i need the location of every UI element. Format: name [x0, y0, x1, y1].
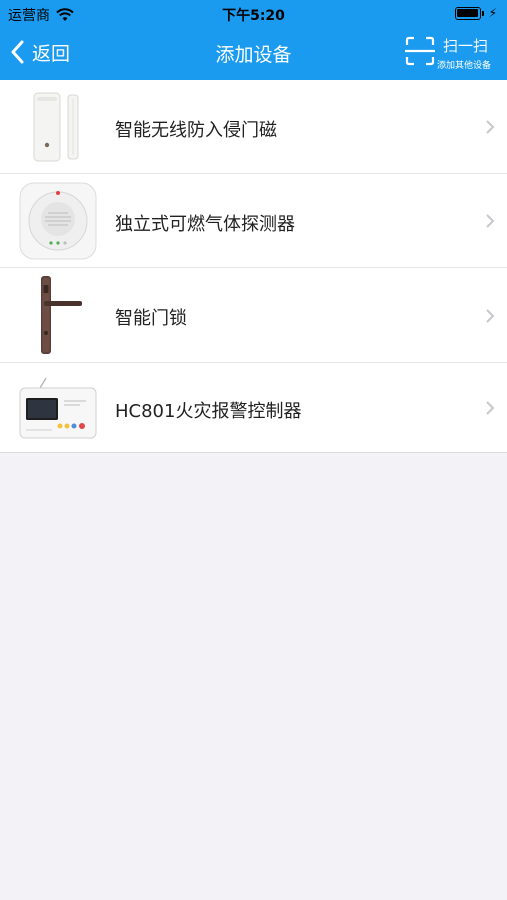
device-label: 智能门锁 [115, 308, 187, 329]
device-label: 独立式可燃气体探测器 [115, 214, 295, 235]
chevron-right-icon [486, 120, 495, 134]
door-lock-icon [41, 276, 82, 354]
device-row-door-sensor[interactable]: 智能无线防入侵门磁 [0, 80, 507, 174]
scan-sublabel: 添加其他设备 [437, 61, 492, 71]
scan-icon [405, 36, 435, 66]
battery-indicator: ⚡ [454, 6, 497, 20]
scan-label: 扫一扫 [443, 37, 489, 55]
charging-icon: ⚡ [488, 6, 497, 20]
door-sensor-icon [33, 92, 79, 162]
chevron-right-icon [486, 309, 495, 323]
device-row-fire-alarm[interactable]: HC801火灾报警控制器 [0, 363, 507, 453]
scan-button[interactable]: 扫一扫 添加其他设备 [405, 34, 497, 72]
gas-detector-icon [19, 182, 97, 260]
fire-alarm-panel-icon [19, 377, 97, 439]
status-time: 下午5:20 [222, 8, 285, 24]
device-list: 智能无线防入侵门磁 独立式可燃气体探测器 智能门锁 HC801火灾报警控制器 [0, 80, 507, 453]
chevron-right-icon [486, 214, 495, 228]
device-row-gas-detector[interactable]: 独立式可燃气体探测器 [0, 174, 507, 268]
device-label: 智能无线防入侵门磁 [115, 120, 277, 141]
status-bar: 运营商 下午5:20 ⚡ [0, 0, 507, 28]
navigation-header: 运营商 下午5:20 ⚡ 返回 添加设备 扫一扫 添加其他设备 [0, 0, 507, 80]
battery-icon [454, 6, 481, 20]
chevron-right-icon [486, 401, 495, 415]
device-row-door-lock[interactable]: 智能门锁 [0, 268, 507, 363]
device-label: HC801火灾报警控制器 [115, 401, 302, 422]
